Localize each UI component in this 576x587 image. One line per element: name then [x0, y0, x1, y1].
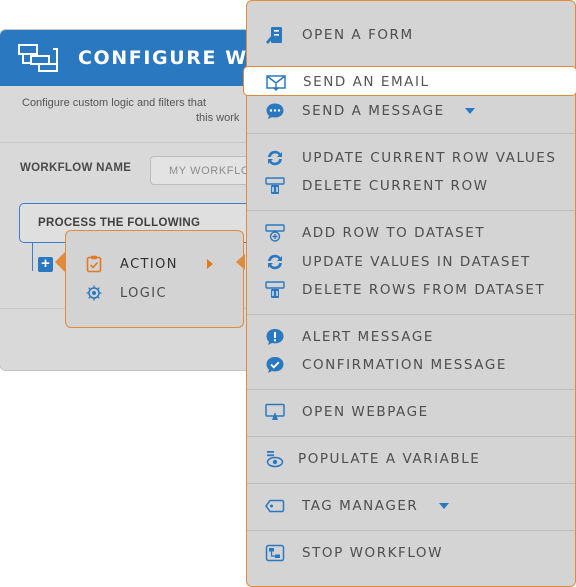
- menu-item-label: SEND AN EMAIL: [303, 74, 430, 90]
- tag-icon: [265, 499, 285, 513]
- menu-item-open-webpage[interactable]: OPEN WEBPAGE: [247, 399, 575, 425]
- action-menu: OPEN A FORM SEND AN EMAIL SEND A MESSAGE…: [243, 0, 576, 587]
- menu-item-alert-message[interactable]: ALERT MESSAGE: [247, 324, 575, 350]
- menu-item-delete-rows-dataset[interactable]: DELETE ROWS FROM DATASET: [247, 277, 575, 303]
- menu-item-label: UPDATE VALUES IN DATASET: [302, 254, 531, 270]
- chat-icon: [266, 103, 284, 119]
- menu-item-label: TAG MANAGER: [302, 498, 419, 514]
- menu-item-update-current-row[interactable]: UPDATE CURRENT ROW VALUES: [247, 145, 575, 171]
- dialog-title: CONFIGURE WO: [78, 47, 262, 69]
- menu-divider: [247, 133, 575, 134]
- menu-item-update-values-dataset[interactable]: UPDATE VALUES IN DATASET: [247, 249, 575, 275]
- clipboard-check-icon: [86, 255, 102, 273]
- menu-item-label: CONFIRMATION MESSAGE: [302, 357, 507, 373]
- submenu-caret-icon: [207, 259, 213, 269]
- form-icon: [266, 27, 282, 44]
- variable-icon: [266, 451, 284, 468]
- menu-item-populate-variable[interactable]: POPULATE A VARIABLE: [247, 446, 575, 472]
- popup-item-label: LOGIC: [120, 285, 167, 301]
- menu-item-confirmation-message[interactable]: CONFIRMATION MESSAGE: [247, 352, 575, 378]
- sync-icon: [268, 150, 282, 166]
- menu-pointer: [236, 254, 245, 270]
- confirm-icon: [266, 357, 284, 373]
- popup-pointer: [55, 252, 65, 272]
- chevron-down-icon: [465, 108, 475, 114]
- menu-divider: [247, 436, 575, 437]
- menu-divider: [247, 210, 575, 211]
- menu-item-label: ALERT MESSAGE: [302, 329, 434, 345]
- dialog-description: Configure custom logic and filters that …: [0, 96, 262, 126]
- menu-item-label: STOP WORKFLOW: [302, 545, 444, 561]
- menu-item-open-form[interactable]: OPEN A FORM: [247, 22, 575, 48]
- menu-divider: [247, 389, 575, 390]
- menu-item-label: POPULATE A VARIABLE: [298, 451, 481, 467]
- menu-item-label: SEND A MESSAGE: [302, 103, 445, 119]
- menu-item-label: OPEN A FORM: [302, 27, 414, 43]
- menu-item-delete-current-row[interactable]: DELETE CURRENT ROW: [247, 173, 575, 199]
- menu-item-stop-workflow[interactable]: STOP WORKFLOW: [247, 540, 575, 566]
- step-type-popup: ACTION LOGIC: [65, 230, 244, 328]
- menu-item-label: UPDATE CURRENT ROW VALUES: [302, 150, 557, 166]
- menu-item-label: ADD ROW TO DATASET: [302, 225, 486, 241]
- description-line-2: this work: [196, 112, 240, 124]
- popup-item-logic[interactable]: LOGIC: [86, 283, 167, 303]
- delete-row-icon: [265, 177, 285, 194]
- workflow-icon: [18, 44, 58, 72]
- menu-item-send-email[interactable]: SEND AN EMAIL: [243, 66, 576, 96]
- divider: [0, 142, 262, 143]
- description-line-1: Configure custom logic and filters that: [22, 97, 207, 109]
- stop-workflow-icon: [265, 544, 285, 562]
- dialog-header: CONFIGURE WO: [0, 30, 262, 86]
- menu-item-label: DELETE CURRENT ROW: [302, 178, 489, 194]
- menu-item-label: DELETE ROWS FROM DATASET: [302, 282, 546, 298]
- delete-rows-icon: [265, 281, 285, 298]
- sync-icon: [268, 254, 282, 270]
- chevron-down-icon: [439, 503, 449, 509]
- process-label: PROCESS THE FOLLOWING: [38, 217, 201, 229]
- popup-item-label: ACTION: [120, 256, 178, 272]
- popup-item-action[interactable]: ACTION: [86, 254, 178, 274]
- workflow-name-label: WORKFLOW NAME: [20, 162, 132, 174]
- monitor-icon: [265, 403, 285, 420]
- menu-divider: [247, 530, 575, 531]
- alert-icon: [266, 329, 284, 345]
- menu-item-label: OPEN WEBPAGE: [302, 404, 429, 420]
- menu-divider: [247, 314, 575, 315]
- add-row-icon: [265, 224, 285, 242]
- gear-bulb-icon: [86, 285, 102, 301]
- menu-item-add-row[interactable]: ADD ROW TO DATASET: [247, 220, 575, 246]
- tree-connector: [32, 243, 33, 271]
- add-step-button[interactable]: +: [38, 256, 53, 272]
- menu-item-tag-manager[interactable]: TAG MANAGER: [247, 493, 575, 519]
- menu-item-send-message[interactable]: SEND A MESSAGE: [247, 98, 575, 124]
- email-icon: [266, 75, 286, 91]
- menu-divider: [247, 483, 575, 484]
